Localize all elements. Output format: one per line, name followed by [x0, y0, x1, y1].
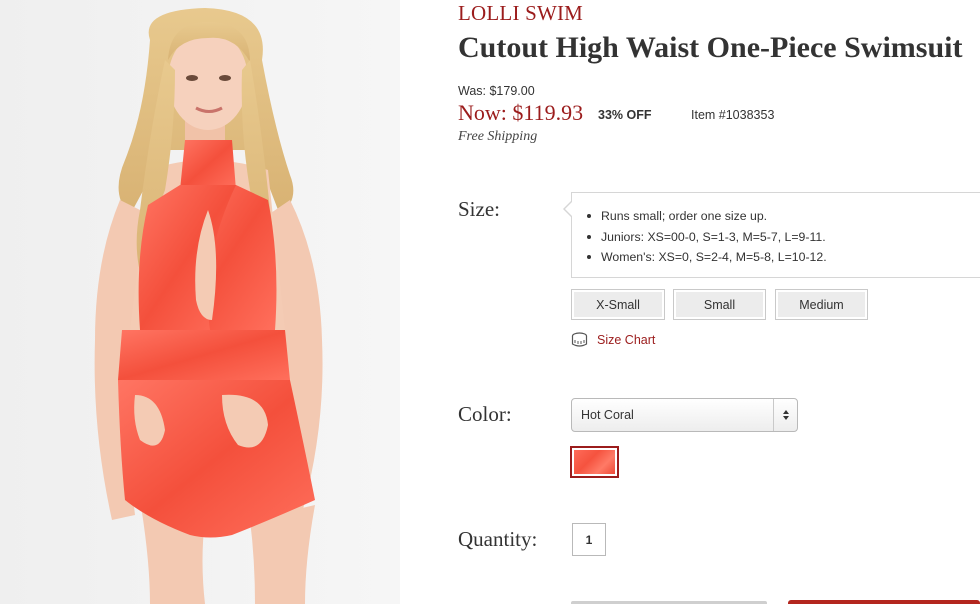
size-chart-label: Size Chart: [597, 333, 656, 347]
brand-link[interactable]: LOLLI SWIM: [458, 1, 583, 26]
select-arrows-icon: [773, 399, 797, 431]
size-notes-pointer-inner: [565, 202, 572, 216]
size-button-small[interactable]: Small: [673, 289, 766, 320]
item-number: Item #1038353: [691, 108, 775, 122]
size-label: Size:: [458, 197, 500, 221]
color-swatch-hot-coral[interactable]: [570, 446, 619, 478]
now-price: Now: $119.93: [458, 100, 584, 125]
size-button-x-small[interactable]: X-Small: [571, 289, 665, 320]
measuring-tape-icon: [571, 332, 588, 347]
color-label: Color:: [458, 402, 512, 426]
size-note: Runs small; order one size up.: [585, 206, 980, 227]
free-shipping-label: Free Shipping: [458, 129, 538, 144]
swatch-chip: [574, 450, 615, 474]
quantity-label: Quantity:: [458, 527, 538, 551]
model-image: [0, 0, 400, 604]
size-notes-list: Runs small; order one size up. Juniors: …: [572, 193, 980, 268]
size-chart-link[interactable]: Size Chart: [571, 332, 655, 348]
discount-badge: 33% OFF: [598, 108, 652, 122]
size-button-medium[interactable]: Medium: [775, 289, 868, 320]
size-note: Women's: XS=0, S=2-4, M=5-8, L=10-12.: [585, 247, 980, 268]
product-photo: [0, 0, 400, 604]
product-title: Cutout High Waist One-Piece Swimsuit: [458, 31, 963, 64]
size-note: Juniors: XS=00-0, S=1-3, M=5-7, L=9-11.: [585, 227, 980, 248]
was-price: Was: $179.00: [458, 84, 535, 98]
quantity-field[interactable]: 1: [572, 523, 606, 556]
color-select-value: Hot Coral: [581, 408, 634, 422]
color-select[interactable]: Hot Coral: [571, 398, 798, 432]
add-to-bag-button-edge[interactable]: [788, 600, 980, 604]
size-notes-box: Runs small; order one size up. Juniors: …: [571, 192, 980, 278]
